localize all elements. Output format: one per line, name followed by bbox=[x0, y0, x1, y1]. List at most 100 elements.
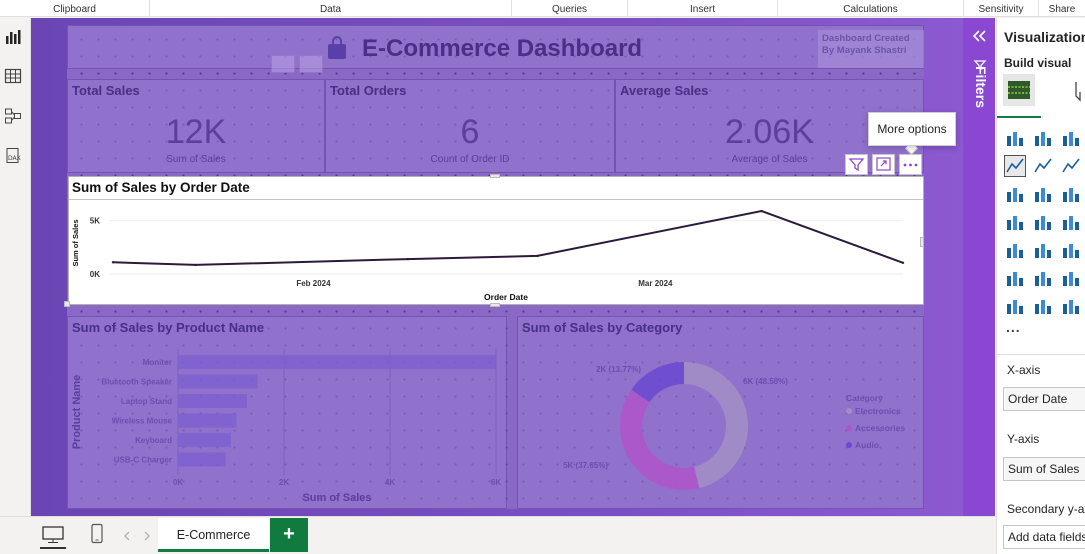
category-label: Wireless Mouse bbox=[112, 417, 173, 426]
format-visual-icon[interactable] bbox=[1072, 78, 1085, 104]
filter-button[interactable] bbox=[845, 154, 868, 175]
secondary-yaxis-label: Secondary y-axis bbox=[1007, 502, 1085, 516]
secondary-yaxis-field-well[interactable]: Add data fields here bbox=[1003, 525, 1085, 549]
product-bar bbox=[178, 413, 237, 428]
stacked-bar-icon[interactable] bbox=[1004, 127, 1026, 149]
product-bar bbox=[178, 374, 258, 389]
stacked-area-icon[interactable] bbox=[1060, 155, 1082, 177]
donut-chart-svg: 6K (48.58%) 5K (37.65%) 2K (13.77%) Categor… bbox=[563, 362, 905, 490]
ribbon-group-sensitivity: Sensitivity bbox=[964, 0, 1039, 17]
dashboard-title-card[interactable]: E-Commerce Dashboard Dashboard Created B… bbox=[67, 25, 924, 69]
x-axis-title: Order Date bbox=[484, 292, 528, 302]
globe-map-icon[interactable] bbox=[1032, 211, 1054, 233]
ribbon-group-queries: Queries bbox=[512, 0, 628, 17]
product-bar bbox=[178, 452, 226, 467]
funnel-chart-icon[interactable] bbox=[1060, 183, 1082, 205]
y-axis-title: Sum of Sales bbox=[71, 219, 80, 266]
donut-chart-category[interactable]: Sum of Sales by Category 6K (48.58%) 5K (… bbox=[517, 316, 924, 509]
legend-label: Accessories bbox=[855, 423, 905, 433]
mobile-layout-icon[interactable] bbox=[89, 523, 105, 545]
model-view-icon[interactable] bbox=[4, 107, 22, 125]
slice-data-label: 2K (13.77%) bbox=[596, 365, 641, 374]
credit-line-2: By Mayank Shastri bbox=[822, 45, 907, 56]
ribbon-chart-icon[interactable] bbox=[1004, 183, 1026, 205]
filters-pane-collapsed[interactable]: Filters bbox=[963, 18, 995, 516]
yaxis-field-well[interactable]: Sum of Sales bbox=[1003, 457, 1085, 481]
add-page-button[interactable]: + bbox=[270, 518, 308, 552]
category-label: Keyboard bbox=[135, 436, 172, 445]
filled-map-icon[interactable] bbox=[1060, 211, 1082, 233]
desktop-layout-icon[interactable] bbox=[41, 525, 65, 545]
kpi-subtitle: Count of Order ID bbox=[430, 154, 510, 165]
xaxis-field-well[interactable]: Order Date bbox=[1003, 387, 1085, 411]
waterfall-icon[interactable] bbox=[1032, 183, 1054, 205]
product-bar bbox=[178, 394, 247, 408]
ribbon-group-labels: Clipboard Data Queries Insert Calculatio… bbox=[0, 0, 1085, 17]
more-options-tooltip: More options bbox=[868, 112, 956, 146]
donut-slice bbox=[620, 389, 700, 490]
key-influencers-icon[interactable] bbox=[1032, 267, 1054, 289]
y-tick-label: 0K bbox=[90, 270, 100, 279]
more-options-button[interactable] bbox=[899, 154, 922, 175]
kpi-value: 12K bbox=[165, 113, 227, 151]
resize-handle-right[interactable] bbox=[920, 237, 924, 247]
bar-chart-svg: 0K 2K 4K 6K Monitor Bluetooth Speaker Laptop S… bbox=[71, 349, 501, 504]
python-visual-icon[interactable] bbox=[1004, 267, 1026, 289]
more-visuals[interactable]: ... bbox=[1006, 319, 1021, 335]
stacked-column-icon[interactable] bbox=[1032, 127, 1054, 149]
ribbon-group-data: Data bbox=[150, 0, 512, 17]
smart-narrative-icon[interactable] bbox=[1032, 295, 1054, 317]
paginated-report-icon[interactable] bbox=[1004, 295, 1026, 317]
kpi-visual-icon[interactable] bbox=[1032, 239, 1054, 261]
ellipsis-icon bbox=[903, 163, 918, 167]
ribbon-group-insert: Insert bbox=[628, 0, 778, 17]
slice-data-label: 6K (48.58%) bbox=[743, 377, 788, 386]
dax-query-view-icon[interactable]: DAX bbox=[4, 147, 22, 165]
kpi-subtitle: Sum of Sales bbox=[166, 154, 226, 165]
line-point bbox=[194, 263, 197, 267]
resize-handle-bottom[interactable] bbox=[490, 303, 500, 307]
report-view-icon[interactable] bbox=[4, 28, 22, 46]
legend-marker bbox=[846, 408, 852, 414]
line-chart-order-date[interactable]: Sum of Sales by Order Date 5K 0K Feb 2024 M… bbox=[68, 176, 924, 305]
line-point bbox=[760, 209, 763, 213]
build-visual-tab[interactable]: Build visual bbox=[1004, 56, 1071, 70]
active-layout-indicator bbox=[40, 547, 66, 549]
decomposition-tree-icon[interactable] bbox=[1060, 267, 1082, 289]
kpi-card-total-orders[interactable]: Total Orders 6 Count of Order ID bbox=[325, 79, 615, 173]
tab-underline bbox=[997, 116, 1041, 118]
legend-marker bbox=[846, 442, 852, 448]
kpi-card-total-sales[interactable]: Total Sales 12K Sum of Sales bbox=[67, 79, 325, 173]
clustered-bar-icon[interactable] bbox=[1060, 127, 1082, 149]
line-point bbox=[536, 254, 539, 258]
credit-card: Dashboard Created By Mayank Shastri bbox=[818, 30, 924, 68]
x-tick-label: Feb 2024 bbox=[296, 279, 331, 288]
ribbon-group-share: Share bbox=[1048, 4, 1076, 15]
area-chart-icon[interactable] bbox=[1032, 155, 1054, 177]
chevron-left-icon[interactable] bbox=[122, 530, 132, 542]
line-series-sales bbox=[112, 210, 904, 266]
treemap-icon[interactable] bbox=[1004, 211, 1026, 233]
table-visual-icon[interactable] bbox=[1004, 239, 1026, 261]
resize-handle-top[interactable] bbox=[490, 174, 500, 178]
build-visual-icon[interactable] bbox=[1002, 73, 1036, 107]
legend-title: Category bbox=[846, 393, 883, 403]
focus-mode-button[interactable] bbox=[872, 154, 895, 175]
bar-chart-product-name[interactable]: Sum of Sales by Product Name 0K 2K 4K 6K Mon… bbox=[67, 316, 507, 509]
chevron-right-icon[interactable] bbox=[142, 530, 152, 542]
product-bar bbox=[178, 355, 496, 369]
legend-marker bbox=[846, 425, 852, 431]
x-tick-label: Mar 2024 bbox=[638, 279, 673, 288]
credit-line-1: Dashboard Created bbox=[822, 33, 910, 44]
page-tab-ecommerce[interactable]: E-Commerce bbox=[158, 518, 269, 552]
power-apps-icon[interactable] bbox=[1060, 295, 1082, 317]
page-tabs-bar: E-Commerce + bbox=[0, 516, 996, 554]
product-bar bbox=[178, 433, 231, 447]
table-view-icon[interactable] bbox=[4, 67, 22, 85]
x-tick-label: 2K bbox=[279, 478, 289, 487]
resize-handle-corner[interactable] bbox=[64, 301, 70, 307]
line-point bbox=[901, 261, 905, 264]
double-chevron-left-icon[interactable] bbox=[970, 28, 990, 44]
card-visual-icon[interactable] bbox=[1060, 239, 1082, 261]
line-chart-icon[interactable] bbox=[1004, 155, 1026, 177]
